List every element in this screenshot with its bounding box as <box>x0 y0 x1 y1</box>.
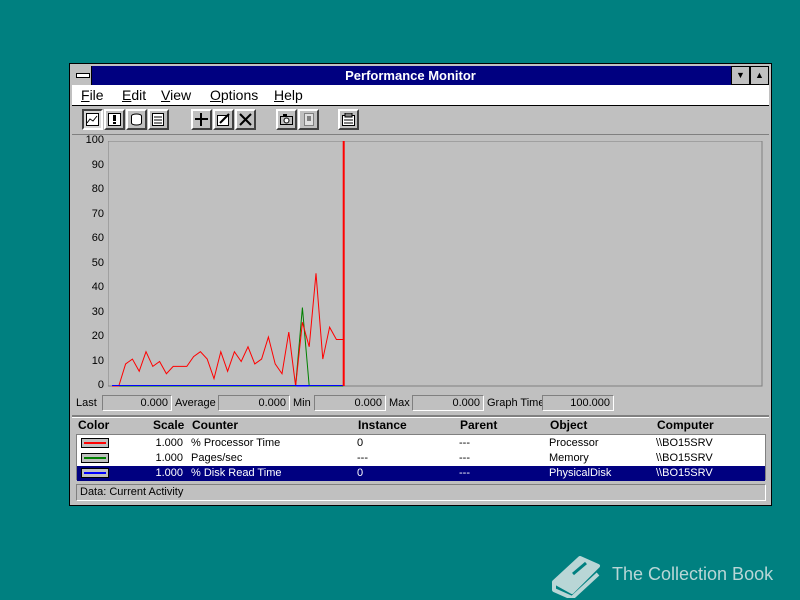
min-label: Min <box>293 397 311 409</box>
book-logo-icon <box>552 556 600 598</box>
legend-cell-object: Memory <box>549 452 589 464</box>
legend-cell-computer: \\BO15SRV <box>656 437 713 449</box>
y-tick-label: 100 <box>85 134 104 146</box>
chart-view-icon <box>86 113 99 126</box>
legend-cell-counter: % Processor Time <box>191 437 281 449</box>
menu-bar: File Edit View Options Help <box>72 85 769 106</box>
update-now-button[interactable] <box>276 109 297 130</box>
window-title: Performance Monitor <box>345 68 476 83</box>
legend-cell-parent: --- <box>459 467 470 479</box>
legend-cell-counter: % Disk Read Time <box>191 467 282 479</box>
menu-view[interactable]: View <box>161 86 191 104</box>
watermark-text: The Collection Book <box>612 564 774 584</box>
menu-options[interactable]: Options <box>210 86 258 104</box>
y-tick-label: 10 <box>91 354 104 367</box>
performance-monitor-window: Performance Monitor ▼ ▲ File Edit View O… <box>69 63 772 506</box>
legend-color-line <box>84 472 106 474</box>
minimize-button[interactable]: ▼ <box>731 66 750 85</box>
alert-view-button[interactable] <box>104 109 125 130</box>
report-view-button[interactable] <box>148 109 169 130</box>
y-tick-label: 60 <box>91 232 104 244</box>
average-value: 0.000 <box>218 395 290 411</box>
legend-header-object: Object <box>550 418 588 432</box>
bookmark-button[interactable] <box>298 109 319 130</box>
status-bar: Data: Current Activity <box>76 484 766 501</box>
legend-header-color: Color <box>78 418 110 432</box>
max-value: 0.000 <box>412 395 484 411</box>
legend-cell-parent: --- <box>459 437 470 449</box>
legend-cell-instance: 0 <box>357 437 364 449</box>
y-tick-label: 70 <box>91 207 104 220</box>
system-menu-icon <box>76 73 90 78</box>
y-tick-label: 40 <box>91 281 104 293</box>
legend-cell-counter: Pages/sec <box>191 452 243 464</box>
value-bar: Last 0.000 Average 0.000 Min 0.000 Max 0… <box>72 394 769 414</box>
legend-header: Color Scale Counter Instance Parent Obje… <box>72 417 769 433</box>
alert-view-icon <box>108 113 121 126</box>
chart-plot <box>108 141 763 387</box>
legend-header-parent: Parent <box>460 418 498 432</box>
y-tick-label: 20 <box>91 330 104 342</box>
y-tick-label: 0 <box>97 379 104 391</box>
legend-header-scale: Scale <box>153 418 185 432</box>
menu-help[interactable]: Help <box>274 86 303 104</box>
legend-color-line <box>84 457 106 459</box>
legend-color-swatch <box>81 468 109 478</box>
chart-view-button[interactable] <box>82 109 103 130</box>
menu-edit[interactable]: Edit <box>122 86 146 104</box>
delete-icon <box>239 113 252 126</box>
legend-color-line <box>84 442 106 444</box>
legend-list: 1.000 % Processor Time 0 --- Processor \\BO15… <box>76 434 766 481</box>
y-tick-label: 90 <box>91 158 104 171</box>
system-menu-button[interactable] <box>72 66 92 85</box>
graph-time-label: Graph Time <box>487 397 545 409</box>
y-tick-label: 50 <box>91 256 104 269</box>
min-value: 0.000 <box>314 395 386 411</box>
menu-file[interactable]: File <box>81 86 104 104</box>
plot-background <box>108 141 763 387</box>
y-tick-label: 80 <box>91 183 104 195</box>
legend-cell-instance: --- <box>357 452 368 464</box>
chart-area: 100 90 80 70 60 50 40 30 20 10 0 <box>72 134 769 391</box>
bookmark-icon <box>304 113 314 126</box>
log-view-icon <box>131 113 142 126</box>
legend-cell-scale: 1.000 <box>155 452 183 464</box>
legend-cell-instance: 0 <box>357 467 364 479</box>
options-button[interactable] <box>338 109 359 130</box>
legend-cell-computer: \\BO15SRV <box>656 452 713 464</box>
legend-header-instance: Instance <box>358 418 407 432</box>
graph-time-value: 100.000 <box>542 395 614 411</box>
legend-cell-object: Processor <box>549 437 599 449</box>
y-tick-label: 30 <box>91 305 104 318</box>
legend-header-computer: Computer <box>657 418 714 432</box>
legend-row[interactable]: 1.000 % Processor Time 0 --- Processor \\BO15… <box>77 436 765 451</box>
legend-row[interactable]: 1.000 % Disk Read Time 0 --- PhysicalDisk \\B… <box>77 466 765 481</box>
legend-header-counter: Counter <box>192 418 238 432</box>
watermark: The Collection Book <box>546 548 796 598</box>
legend-cell-computer: \\BO15SRV <box>656 467 713 479</box>
plus-icon <box>195 113 208 126</box>
edit-counter-button[interactable] <box>213 109 234 130</box>
legend-cell-scale: 1.000 <box>155 437 183 449</box>
legend-cell-object: PhysicalDisk <box>549 467 612 479</box>
log-view-button[interactable] <box>126 109 147 130</box>
edit-icon <box>217 113 230 126</box>
delete-counter-button[interactable] <box>235 109 256 130</box>
legend-color-swatch <box>81 438 109 448</box>
options-icon <box>342 113 355 126</box>
add-counter-button[interactable] <box>191 109 212 130</box>
legend-cell-parent: --- <box>459 452 470 464</box>
last-label: Last <box>76 397 97 409</box>
average-label: Average <box>175 397 216 409</box>
camera-icon <box>280 114 293 125</box>
legend-cell-scale: 1.000 <box>155 467 183 479</box>
legend-row[interactable]: 1.000 Pages/sec --- --- Memory \\BO15SRV <box>77 451 765 466</box>
max-label: Max <box>389 397 410 409</box>
maximize-button[interactable]: ▲ <box>750 66 769 85</box>
report-view-icon <box>152 113 164 126</box>
title-bar[interactable]: Performance Monitor ▼ ▲ <box>72 66 769 85</box>
last-value: 0.000 <box>102 395 172 411</box>
legend-color-swatch <box>81 453 109 463</box>
toolbar <box>72 106 769 135</box>
